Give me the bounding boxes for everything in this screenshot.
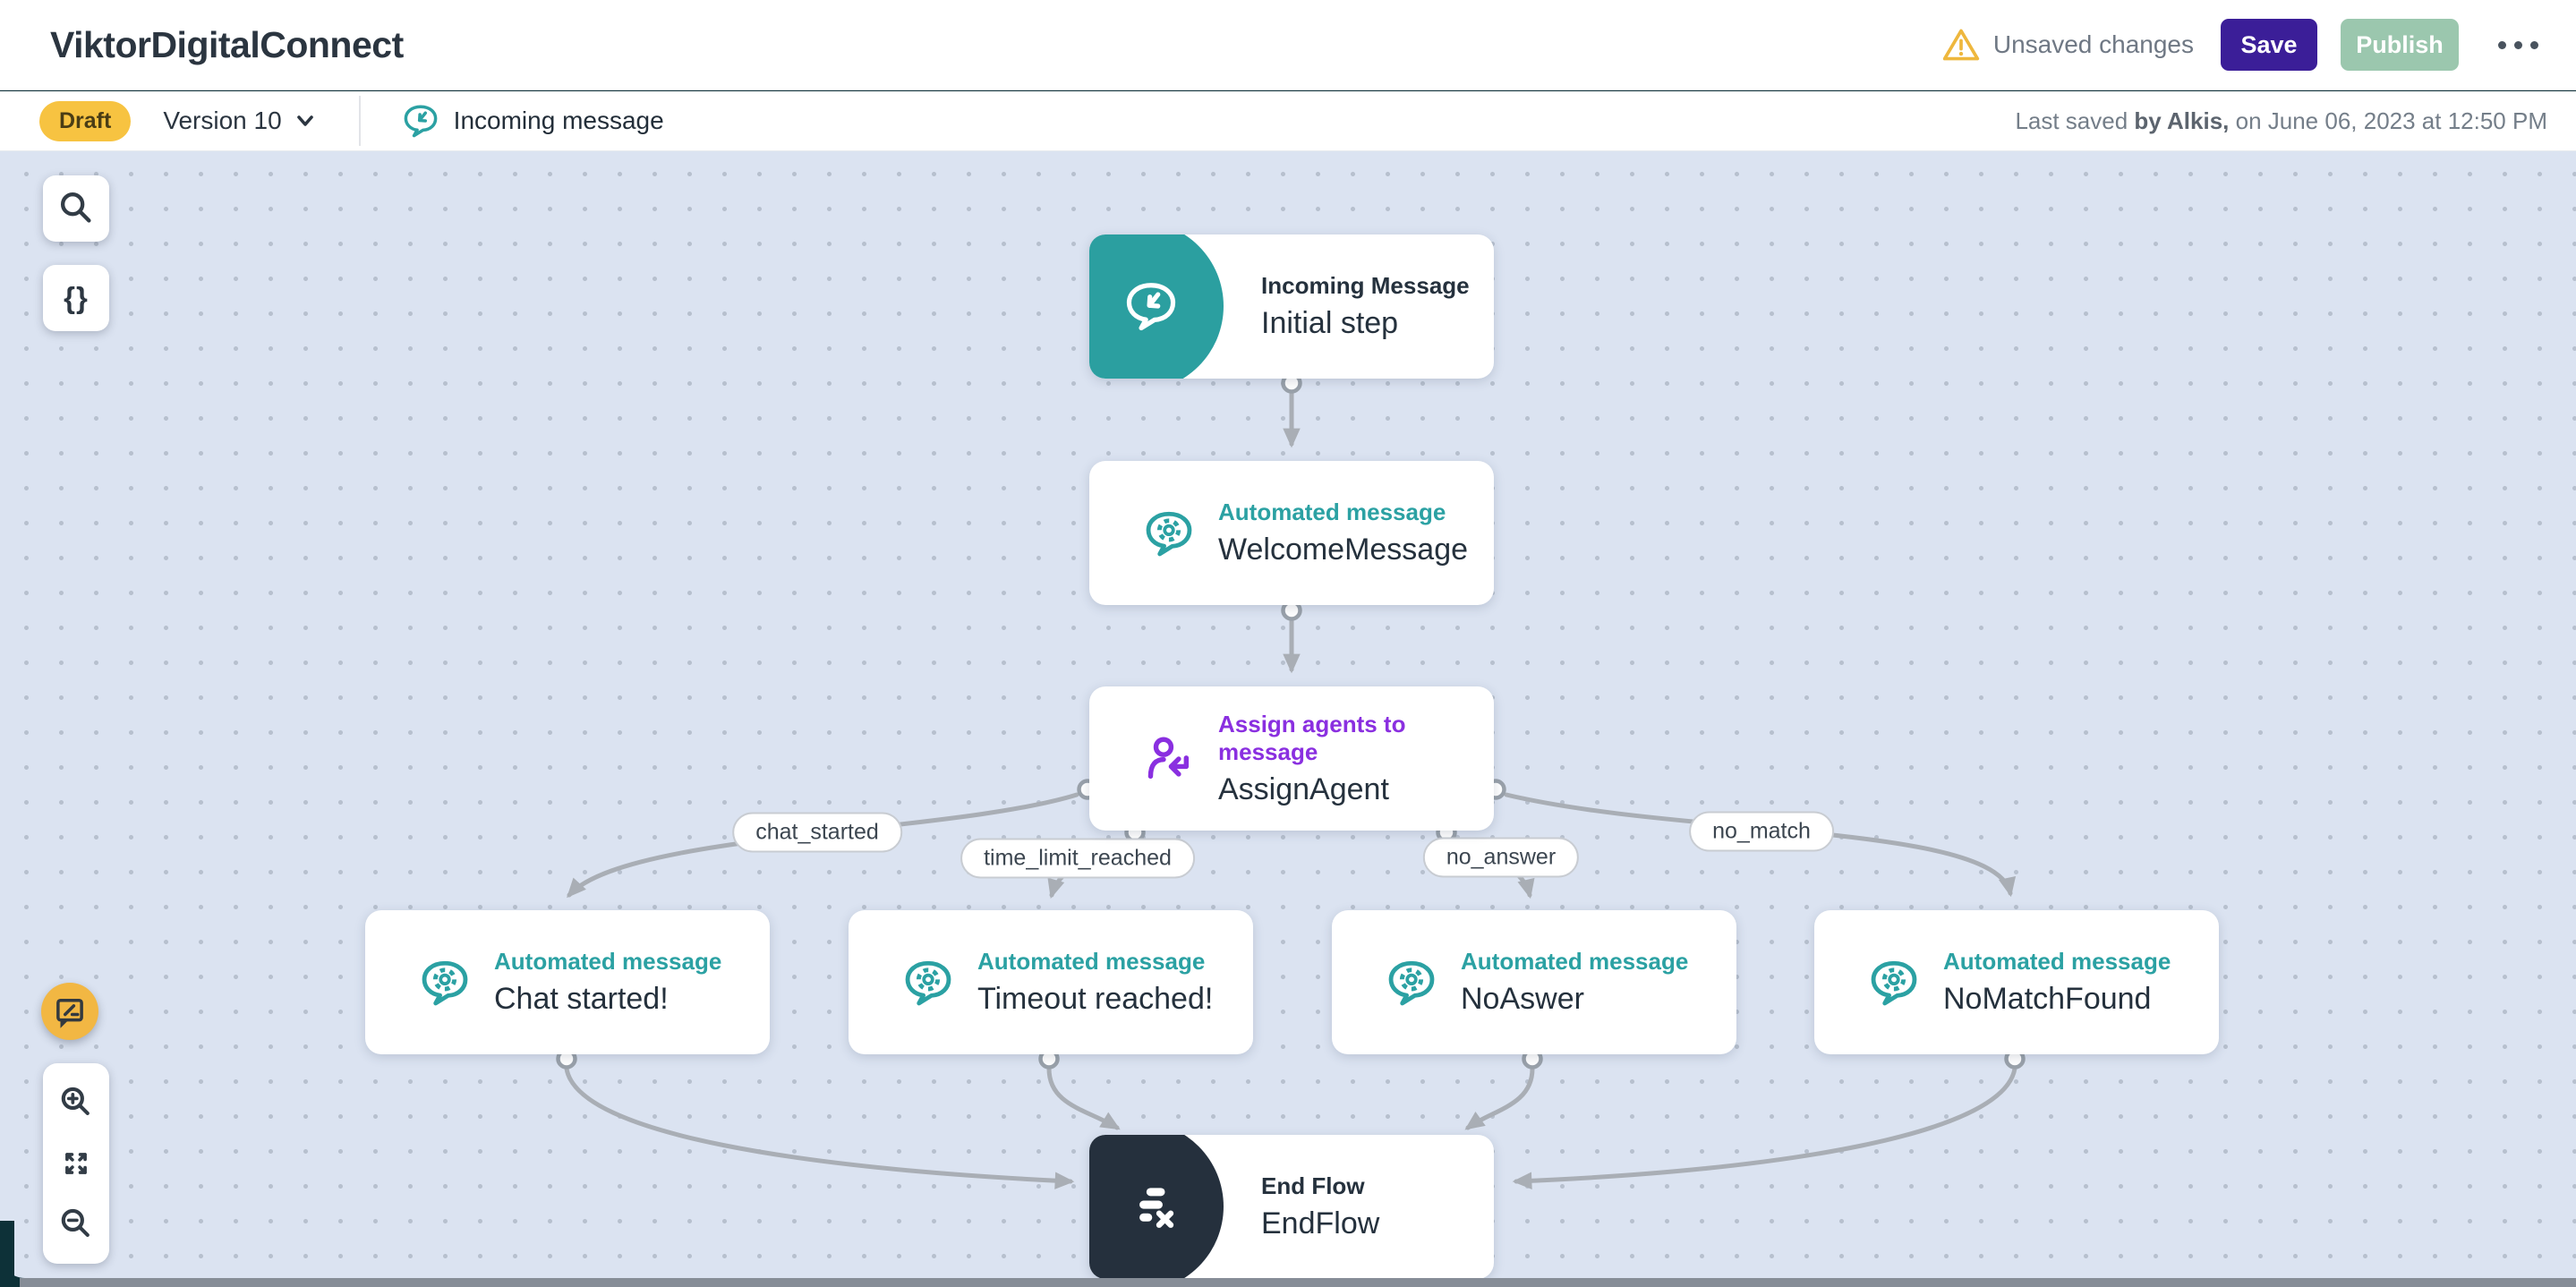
node-name: EndFlow	[1261, 1206, 1379, 1241]
node-type-label: Incoming Message	[1261, 272, 1470, 300]
automated-message-icon	[902, 957, 954, 1009]
header-actions: Unsaved changes Save Publish	[1941, 19, 2542, 71]
flow-node-chat-started[interactable]: Automated message Chat started!	[365, 910, 770, 1054]
flow-canvas[interactable]: chat_started time_limit_reached no_answe…	[0, 151, 2576, 1278]
flow-node-welcome-message[interactable]: Automated message WelcomeMessage	[1089, 461, 1494, 605]
unsaved-changes-indicator: Unsaved changes	[1941, 25, 2194, 64]
flow-builder-app: ViktorDigitalConnect Unsaved changes Sav…	[0, 0, 2576, 1287]
node-type-label: Automated message	[1461, 948, 1688, 976]
automated-message-icon	[1386, 957, 1437, 1009]
expand-icon	[56, 1144, 96, 1183]
node-type-label: Automated message	[977, 948, 1213, 976]
fit-screen-button[interactable]	[56, 1144, 96, 1183]
comment-button[interactable]	[41, 983, 98, 1040]
node-name: Chat started!	[494, 982, 721, 1017]
node-name: NoMatchFound	[1943, 982, 2171, 1017]
automated-message-icon	[419, 957, 471, 1009]
node-name: WelcomeMessage	[1218, 533, 1468, 567]
node-name: Initial step	[1261, 306, 1470, 341]
search-icon	[55, 188, 97, 229]
app-header: ViktorDigitalConnect Unsaved changes Sav…	[0, 0, 2576, 90]
zoom-in-icon	[56, 1083, 96, 1122]
flow-type-label: Incoming message	[454, 107, 664, 135]
version-dropdown[interactable]	[293, 108, 318, 133]
chevron-down-icon	[293, 108, 318, 133]
bottom-edge-strip	[20, 1278, 2576, 1287]
node-type-label: Assign agents to message	[1218, 711, 1494, 766]
automated-message-icon	[1143, 507, 1195, 559]
edge-chat-endflow[interactable]	[567, 1069, 1070, 1181]
last-saved-text: Last saved by Alkis, on June 06, 2023 at…	[2015, 107, 2547, 135]
flow-node-no-answer[interactable]: Automated message NoAswer	[1332, 910, 1736, 1054]
edge-noanswer-endflow[interactable]	[1468, 1069, 1532, 1128]
incoming-message-icon	[1089, 234, 1224, 379]
braces-icon: {}	[64, 281, 89, 315]
automated-message-icon	[1868, 957, 1920, 1009]
node-name: NoAswer	[1461, 982, 1688, 1017]
search-button[interactable]	[43, 175, 109, 242]
background-left-sliver	[0, 1221, 14, 1278]
flow-node-timeout-reached[interactable]: Automated message Timeout reached!	[849, 910, 1253, 1054]
edge-label-chat-started[interactable]: chat_started	[732, 813, 902, 853]
unsaved-changes-label: Unsaved changes	[1993, 30, 2194, 59]
publish-button[interactable]: Publish	[2341, 19, 2459, 71]
edge-label-no-answer[interactable]: no_answer	[1423, 838, 1579, 878]
flow-node-no-match-found[interactable]: Automated message NoMatchFound	[1814, 910, 2219, 1054]
edge-label-time-limit-reached[interactable]: time_limit_reached	[960, 839, 1195, 879]
flow-node-end-flow[interactable]: End Flow EndFlow	[1089, 1135, 1494, 1278]
edge-timeout-endflow[interactable]	[1049, 1069, 1117, 1128]
zoom-in-button[interactable]	[56, 1083, 96, 1122]
node-type-label: Automated message	[1218, 499, 1468, 526]
assign-agent-icon	[1143, 733, 1195, 785]
node-type-label: Automated message	[1943, 948, 2171, 976]
edge-nomatch-endflow[interactable]	[1516, 1069, 2015, 1181]
page-title: ViktorDigitalConnect	[50, 24, 404, 66]
save-button[interactable]: Save	[2221, 19, 2317, 71]
status-badge: Draft	[39, 101, 131, 141]
flow-type: Incoming message	[402, 102, 664, 140]
warning-icon	[1941, 25, 1981, 64]
zoom-out-icon	[56, 1205, 96, 1244]
flow-toolbar: Draft Version 10 Incoming message Last s…	[0, 91, 2576, 151]
end-flow-icon	[1089, 1135, 1224, 1278]
node-type-label: End Flow	[1261, 1172, 1379, 1200]
incoming-message-icon	[402, 102, 439, 140]
comment-edit-icon	[51, 993, 89, 1030]
flow-node-incoming-message[interactable]: Incoming Message Initial step	[1089, 234, 1494, 379]
node-name: AssignAgent	[1218, 772, 1494, 807]
zoom-controls	[43, 1063, 109, 1264]
node-type-label: Automated message	[494, 948, 721, 976]
version-label: Version 10	[163, 107, 281, 135]
more-options-menu[interactable]	[2495, 32, 2542, 58]
toolbar-divider	[359, 96, 361, 146]
flow-node-assign-agent[interactable]: Assign agents to message AssignAgent	[1089, 686, 1494, 831]
zoom-out-button[interactable]	[56, 1205, 96, 1244]
edge-label-no-match[interactable]: no_match	[1689, 812, 1834, 852]
node-name: Timeout reached!	[977, 982, 1213, 1017]
variables-button[interactable]: {}	[43, 265, 109, 331]
